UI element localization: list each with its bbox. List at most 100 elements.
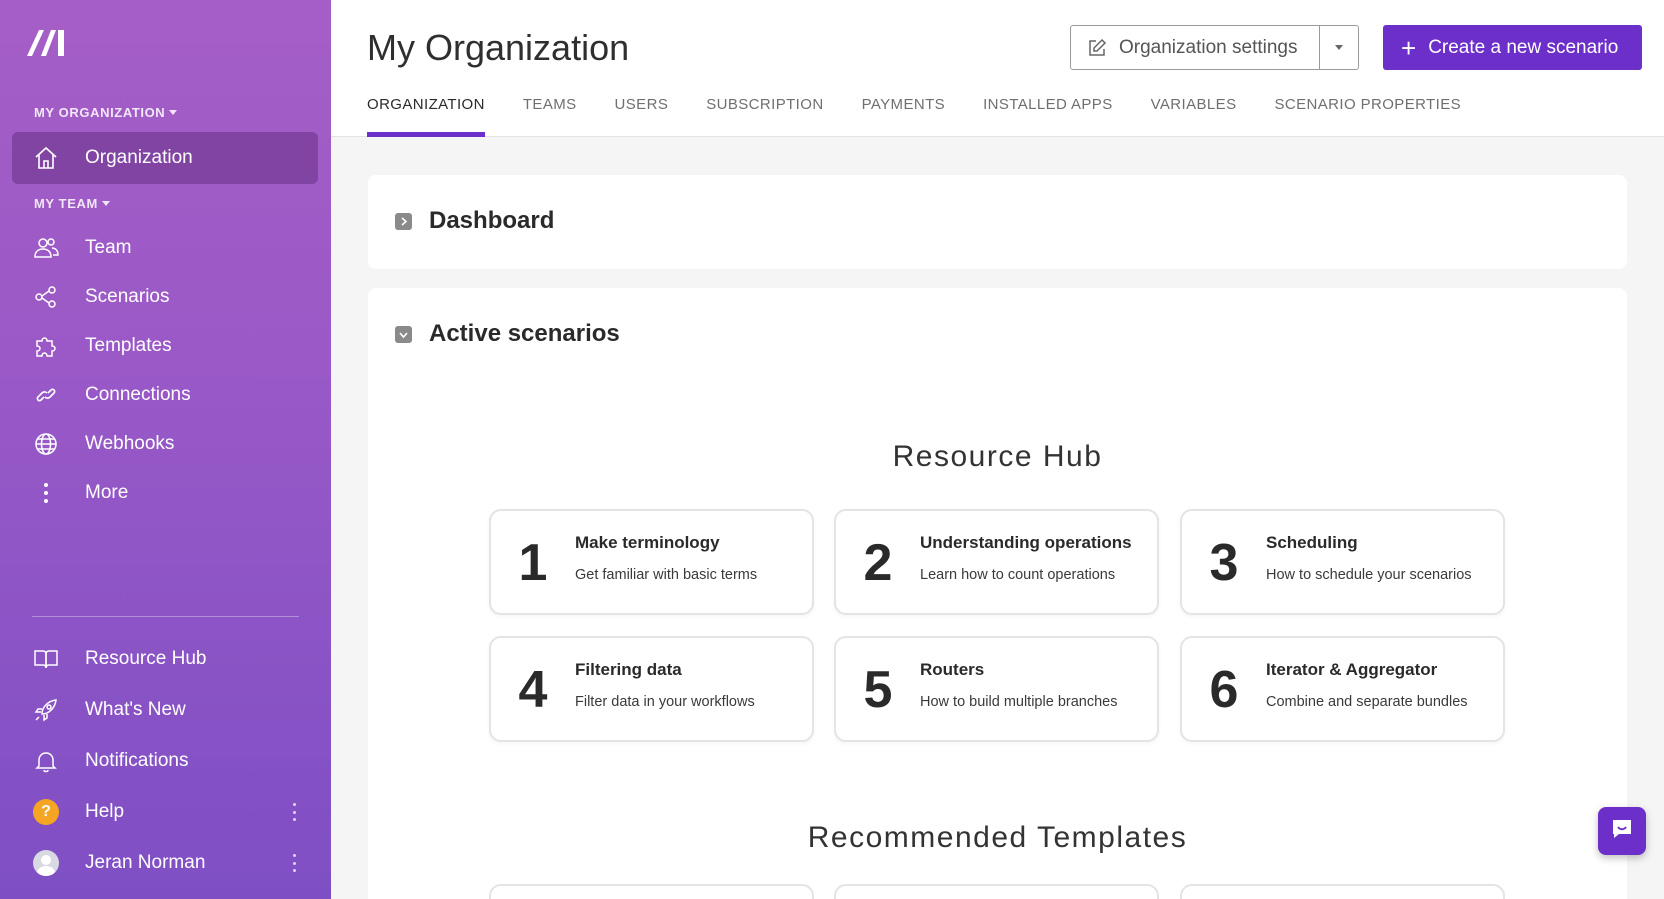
card-number: 3 [1209, 534, 1239, 592]
chat-icon [1609, 816, 1635, 847]
resource-card[interactable]: 1 Make terminology Get familiar with bas… [489, 509, 814, 615]
tab-teams[interactable]: TEAMS [523, 96, 577, 137]
dashboard-panel: Dashboard [368, 175, 1627, 269]
puzzle-icon [32, 332, 60, 360]
active-scenarios-header[interactable]: Active scenarios [395, 320, 620, 348]
sidebar-item-label: Organization [85, 147, 193, 168]
support-chat-button[interactable] [1598, 807, 1646, 855]
page-header: My Organization Organization settings + … [331, 0, 1664, 137]
plus-icon: + [1401, 32, 1417, 63]
page-title: My Organization [367, 27, 630, 68]
resource-hub-title: Resource Hub [892, 440, 1103, 473]
sidebar-item-user[interactable]: Jeran Norman [12, 837, 318, 889]
active-scenarios-title: Active scenarios [429, 320, 620, 347]
organization-settings-dropdown[interactable] [1319, 25, 1359, 70]
template-card[interactable] [1180, 884, 1505, 899]
vertical-dots-icon [32, 479, 60, 507]
sidebar-item-help[interactable]: ? Help [12, 786, 318, 838]
help-menu-icon[interactable] [292, 803, 296, 821]
sidebar-item-team[interactable]: Team [12, 222, 318, 274]
sidebar-item-whats-new[interactable]: What's New [12, 684, 318, 736]
card-number: 6 [1209, 661, 1239, 719]
card-number: 1 [518, 534, 548, 592]
sidebar-item-notifications[interactable]: Notifications [12, 735, 318, 787]
globe-icon [32, 430, 60, 458]
make-logo[interactable] [25, 28, 69, 58]
template-card[interactable] [489, 884, 814, 899]
sidebar-item-scenarios[interactable]: Scenarios [12, 271, 318, 323]
book-icon [32, 645, 60, 673]
sidebar-item-label: Templates [85, 335, 172, 356]
sidebar-item-label: Scenarios [85, 286, 170, 307]
sidebar-item-label: Connections [85, 384, 191, 405]
expand-icon[interactable] [395, 212, 412, 230]
sidebar-item-more[interactable]: More [12, 467, 318, 519]
sidebar-item-label: Team [85, 237, 132, 258]
organization-settings-button[interactable]: Organization settings [1070, 25, 1320, 70]
card-title: Make terminology [575, 533, 720, 552]
link-icon [32, 381, 60, 409]
sidebar-item-label: Notifications [85, 750, 189, 771]
tab-subscription[interactable]: SUBSCRIPTION [706, 96, 823, 137]
user-menu-icon[interactable] [292, 854, 296, 872]
resource-card[interactable]: 6 Iterator & Aggregator Combine and sepa… [1180, 636, 1505, 742]
avatar [33, 850, 59, 876]
chevron-down-icon [169, 110, 178, 115]
card-number: 5 [863, 661, 893, 719]
card-title: Routers [920, 660, 985, 679]
card-title: Understanding operations [920, 533, 1132, 552]
sidebar-item-organization[interactable]: Organization [12, 132, 318, 184]
team-section-label: MY TEAM [34, 196, 98, 211]
rocket-icon [32, 696, 60, 724]
template-card[interactable] [834, 884, 1159, 899]
card-number: 4 [518, 661, 548, 719]
dashboard-title: Dashboard [429, 207, 555, 234]
sidebar-item-templates[interactable]: Templates [12, 320, 318, 372]
tab-organization[interactable]: ORGANIZATION [367, 96, 485, 137]
sidebar-item-webhooks[interactable]: Webhooks [12, 418, 318, 470]
resource-card[interactable]: 3 Scheduling How to schedule your scenar… [1180, 509, 1505, 615]
resource-card[interactable]: 4 Filtering data Filter data in your wor… [489, 636, 814, 742]
card-title: Scheduling [1266, 533, 1358, 552]
tab-scenario-properties[interactable]: SCENARIO PROPERTIES [1274, 96, 1461, 137]
sidebar-divider [32, 616, 299, 617]
resource-card[interactable]: 2 Understanding operations Learn how to … [834, 509, 1159, 615]
tab-users[interactable]: USERS [615, 96, 669, 137]
sidebar-item-label: Help [85, 801, 125, 822]
card-description: How to build multiple branches [920, 694, 1118, 710]
card-title: Filtering data [575, 660, 682, 679]
card-description: Get familiar with basic terms [575, 567, 758, 583]
sidebar-item-resource-hub[interactable]: Resource Hub [12, 633, 318, 685]
sidebar-item-label: What's New [85, 699, 186, 720]
card-description: How to schedule your scenarios [1266, 567, 1472, 583]
sidebar: MY ORGANIZATION Organization MY TEAM Tea… [0, 0, 331, 899]
organization-tabs: ORGANIZATION TEAMS USERS SUBSCRIPTION PA… [367, 96, 1499, 137]
create-scenario-button[interactable]: + Create a new scenario [1383, 25, 1642, 70]
sidebar-item-label: Resource Hub [85, 648, 207, 669]
recommended-templates-title: Recommended Templates [807, 821, 1188, 854]
sidebar-item-label: Webhooks [85, 433, 175, 454]
collapse-icon[interactable] [395, 325, 412, 343]
team-switcher[interactable]: MY TEAM [34, 196, 110, 211]
organization-settings-label: Organization settings [1119, 36, 1298, 58]
card-description: Combine and separate bundles [1266, 694, 1468, 710]
help-icon-wrapper: ? [32, 798, 60, 826]
share-nodes-icon [32, 283, 60, 311]
avatar-wrapper [32, 849, 60, 877]
dashboard-header[interactable]: Dashboard [395, 207, 554, 235]
card-description: Filter data in your workflows [575, 694, 755, 710]
tab-payments[interactable]: PAYMENTS [862, 96, 946, 137]
sidebar-item-connections[interactable]: Connections [12, 369, 318, 421]
card-title: Iterator & Aggregator [1266, 660, 1438, 679]
edit-icon [1087, 38, 1107, 58]
tab-installed-apps[interactable]: INSTALLED APPS [983, 96, 1113, 137]
card-number: 2 [863, 534, 893, 592]
organization-section-label: MY ORGANIZATION [34, 105, 166, 120]
organization-switcher[interactable]: MY ORGANIZATION [34, 105, 178, 120]
user-name: Jeran Norman [85, 852, 206, 873]
help-icon: ? [33, 799, 59, 825]
tab-variables[interactable]: VARIABLES [1151, 96, 1237, 137]
sidebar-item-label: More [85, 482, 129, 503]
resource-card[interactable]: 5 Routers How to build multiple branches [834, 636, 1159, 742]
card-description: Learn how to count operations [920, 567, 1116, 583]
